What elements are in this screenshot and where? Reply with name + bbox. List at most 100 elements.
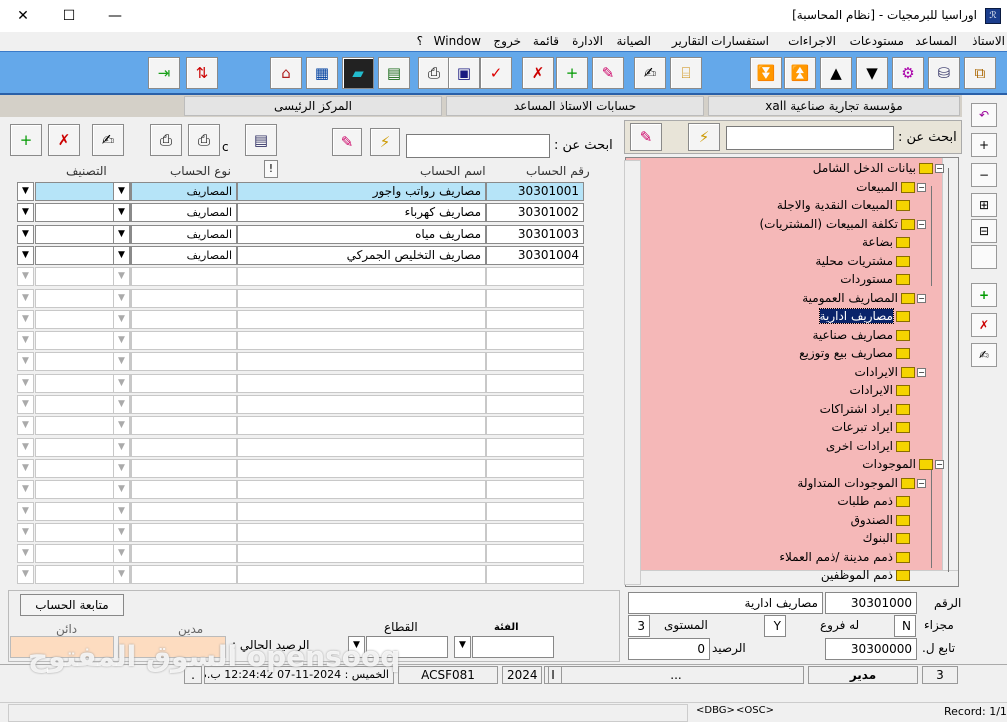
account-number-cell[interactable] (486, 309, 584, 329)
table-row[interactable]: ▼ ▼ (17, 330, 587, 351)
account-name-cell[interactable] (237, 373, 486, 393)
classification-dropdown[interactable]: ▼ (17, 395, 34, 414)
account-number-cell[interactable] (486, 480, 584, 500)
branches-field[interactable]: Y (764, 615, 786, 637)
table-row[interactable]: ▼ ▼ (17, 309, 587, 330)
type-cell[interactable] (131, 437, 237, 457)
exit-door-icon[interactable]: ⇥ (148, 57, 180, 89)
type-dropdown[interactable]: ▼ (113, 544, 130, 564)
account-number-cell[interactable] (486, 522, 584, 542)
collapse-icon[interactable]: − (971, 163, 997, 187)
account-name-cell[interactable] (237, 331, 486, 351)
tree-node[interactable]: المبيعات النقدية والاجلة (777, 197, 910, 214)
collapse-toggle-icon[interactable]: − (917, 219, 926, 229)
category-field[interactable] (472, 636, 554, 658)
account-number-cell[interactable] (486, 437, 584, 457)
type-dropdown[interactable]: ▼ (113, 224, 130, 244)
menu-maintenance[interactable]: الصيانة (617, 34, 651, 48)
print-preview-icon[interactable]: ⎙ (188, 124, 220, 156)
type-cell[interactable]: المصاريف (131, 245, 237, 265)
account-number-cell[interactable] (486, 544, 584, 564)
table-row[interactable]: ▼ ▼ (17, 458, 587, 479)
account-name-cell[interactable] (237, 437, 486, 457)
table-row[interactable]: ▼ ▼ (17, 437, 587, 458)
account-name-cell[interactable] (237, 395, 486, 414)
classification-dropdown[interactable]: ▼ (17, 203, 34, 223)
save-icon[interactable]: ▣ (448, 57, 480, 89)
report-icon[interactable]: ▤ (245, 124, 277, 156)
account-name-cell[interactable]: مصاريف التخليص الجمركي (237, 245, 486, 265)
table-row[interactable]: ▼ ▼ المصاريف مصاريف التخليص الجمركي 30301004 (17, 245, 587, 266)
type-cell[interactable] (131, 395, 237, 414)
type-cell[interactable]: المصاريف (131, 182, 237, 201)
type-dropdown[interactable]: ▼ (113, 267, 130, 287)
collapse-toggle-icon[interactable]: − (917, 293, 926, 303)
account-name-cell[interactable]: مصاريف كهرباء (237, 203, 486, 223)
type-dropdown[interactable]: ▼ (113, 245, 130, 265)
eraser-icon[interactable]: ✎ (592, 57, 624, 89)
table-row[interactable]: ▼ ▼ (17, 394, 587, 415)
account-name-cell[interactable] (237, 565, 486, 585)
new-icon[interactable]: + (556, 57, 588, 89)
collapse-all-icon[interactable]: ⊟ (971, 219, 997, 243)
collapse-toggle-icon[interactable]: − (917, 182, 926, 192)
menu-warehouses[interactable]: مستودعات (850, 34, 904, 48)
tree-node[interactable]: البنوك (863, 530, 910, 547)
type-cell[interactable]: المصاريف (131, 224, 237, 244)
type-cell[interactable] (131, 458, 237, 478)
table-row[interactable]: ▼ ▼ (17, 564, 587, 585)
menu-exit[interactable]: خروج (493, 34, 521, 48)
next-record-icon[interactable]: ▼ (856, 57, 888, 89)
type-dropdown[interactable]: ▼ (113, 203, 130, 223)
account-name-cell[interactable] (237, 501, 486, 521)
type-cell[interactable] (131, 331, 237, 351)
grid-search-input[interactable] (406, 134, 550, 158)
type-dropdown[interactable]: ▼ (113, 288, 130, 308)
tree-search-icon[interactable]: ⚡ (688, 123, 720, 151)
grid-vscrollbar[interactable] (624, 160, 641, 585)
type-dropdown[interactable]: ▼ (113, 458, 130, 478)
tree-node[interactable]: ايراد تبرعات (832, 419, 910, 436)
type-dropdown[interactable]: ▼ (113, 331, 130, 351)
tree-node[interactable]: بضاعة (862, 234, 910, 251)
account-number-cell[interactable]: 30301001 (486, 182, 584, 201)
account-name-cell[interactable] (237, 288, 486, 308)
edit-node-icon[interactable]: ✍ (971, 343, 997, 367)
tree-node[interactable]: − المصاريف العمومية (802, 290, 926, 307)
type-cell[interactable] (131, 522, 237, 542)
type-dropdown[interactable]: ▼ (113, 352, 130, 372)
table-row[interactable]: ▼ ▼ (17, 415, 587, 436)
tree-node[interactable]: − المبيعات (856, 179, 926, 196)
table-row[interactable]: ▼ ▼ (17, 501, 587, 522)
classification-dropdown[interactable]: ▼ (17, 288, 34, 308)
menu-reports[interactable]: التقارير (672, 34, 708, 48)
table-row[interactable]: ▼ ▼ المصاريف مصاريف مياه 30301003 (17, 224, 587, 245)
type-cell[interactable] (131, 309, 237, 329)
edit-icon[interactable]: ✍ (634, 57, 666, 89)
split-field[interactable]: N (894, 615, 916, 637)
blank-icon[interactable] (971, 245, 997, 269)
type-dropdown[interactable]: ▼ (113, 522, 130, 542)
account-number-cell[interactable]: 30301003 (486, 224, 584, 244)
menu-procedures[interactable]: الاجراءات (788, 34, 836, 48)
name-field[interactable]: مصاريف ادارية (628, 592, 823, 614)
classification-dropdown[interactable]: ▼ (17, 182, 34, 201)
collapse-toggle-icon[interactable]: − (917, 367, 926, 377)
type-cell[interactable] (131, 544, 237, 564)
type-cell[interactable] (131, 288, 237, 308)
table-row[interactable]: ▼ ▼ (17, 351, 587, 372)
type-cell[interactable] (131, 480, 237, 500)
menu-window[interactable]: Window (434, 34, 481, 48)
close-icon[interactable]: ✕ (0, 0, 46, 32)
tree-node[interactable]: − الموجودات (862, 456, 944, 473)
tree-node[interactable]: مصاريف بيع وتوزيع (799, 345, 910, 362)
table-row[interactable]: ▼ ▼ المصاريف مصاريف رواتب واجور 30301001 (17, 181, 587, 202)
type-dropdown[interactable]: ▼ (113, 373, 130, 393)
table-row[interactable]: ▼ ▼ (17, 266, 587, 287)
table-row[interactable]: ▼ ▼ (17, 288, 587, 309)
type-cell[interactable] (131, 565, 237, 585)
classification-dropdown[interactable]: ▼ (17, 331, 34, 351)
account-number-cell[interactable] (486, 458, 584, 478)
type-dropdown[interactable]: ▼ (113, 182, 130, 201)
classification-dropdown[interactable]: ▼ (17, 416, 34, 436)
